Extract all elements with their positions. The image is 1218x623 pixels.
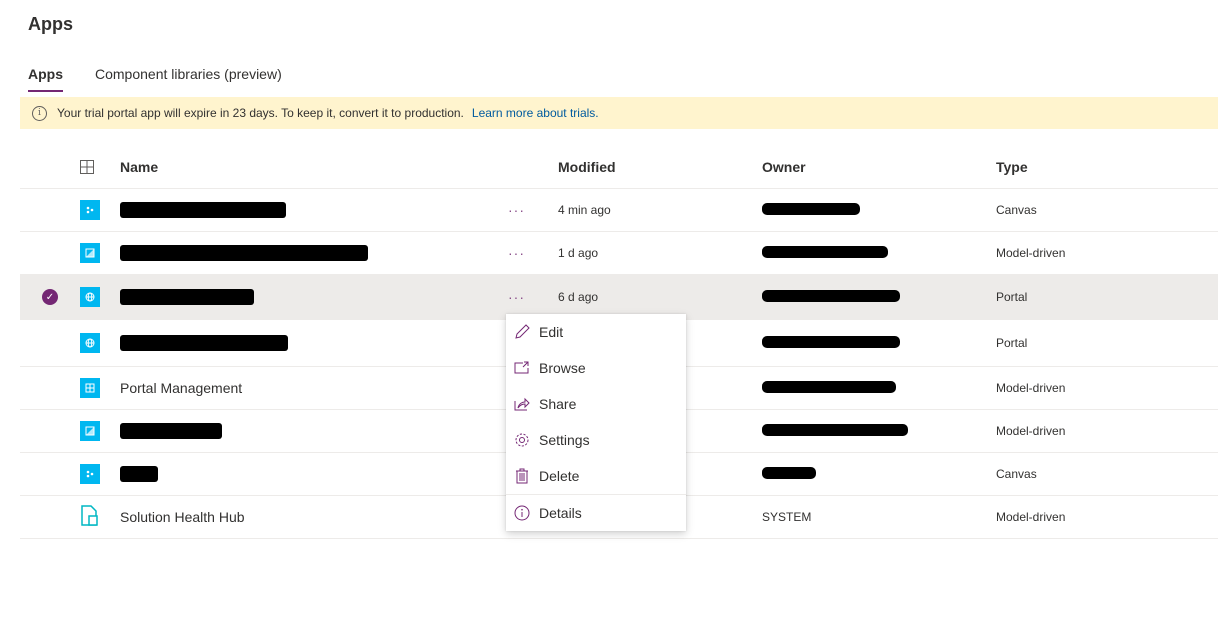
modified-cell: 4 min ago — [558, 203, 611, 217]
more-options-button[interactable]: ··· — [508, 202, 558, 218]
table-header: Name Modified Owner Type — [20, 145, 1218, 189]
type-cell: Model-driven — [996, 510, 1066, 524]
canvas-app-icon — [80, 464, 100, 484]
redacted-owner — [762, 289, 900, 302]
menu-item-share[interactable]: Share — [506, 386, 686, 422]
model-driven-app-icon — [80, 243, 100, 263]
portal-app-icon — [80, 287, 100, 307]
redacted-owner — [762, 202, 860, 215]
type-cell: Canvas — [996, 203, 1037, 217]
table-row[interactable]: ··· 4 min ago Canvas — [20, 189, 1218, 232]
redacted-app-name[interactable] — [120, 202, 286, 218]
redacted-owner — [762, 245, 888, 258]
column-modified[interactable]: Modified — [558, 159, 762, 175]
redacted-app-name[interactable] — [120, 466, 158, 482]
type-cell: Portal — [996, 336, 1028, 350]
menu-item-settings[interactable]: Settings — [506, 422, 686, 458]
trial-banner: i Your trial portal app will expire in 2… — [20, 97, 1218, 129]
column-name[interactable]: Name — [120, 159, 508, 175]
modified-cell: 6 d ago — [558, 290, 599, 304]
page-title: Apps — [28, 14, 73, 34]
portal-app-icon — [80, 333, 100, 353]
type-cell: Model-driven — [996, 246, 1066, 260]
tab-bar: Apps Component libraries (preview) — [28, 66, 314, 92]
app-name[interactable]: Solution Health Hub — [120, 509, 508, 525]
open-in-new-icon — [513, 359, 531, 377]
canvas-app-icon — [80, 200, 100, 220]
column-type[interactable]: Type — [996, 159, 1218, 175]
tab-component-libraries[interactable]: Component libraries (preview) — [95, 66, 282, 92]
pencil-icon — [513, 323, 531, 341]
menu-item-edit[interactable]: Edit — [506, 314, 686, 350]
model-driven-app-icon — [80, 421, 100, 441]
app-name[interactable]: Portal Management — [120, 380, 508, 396]
redacted-owner — [762, 423, 908, 436]
redacted-app-name[interactable] — [120, 245, 368, 261]
solution-health-hub-icon — [80, 504, 100, 530]
redacted-app-name[interactable] — [120, 335, 288, 351]
redacted-owner — [762, 335, 900, 348]
table-row[interactable]: ··· 1 d ago Model-driven — [20, 232, 1218, 275]
selected-check-icon[interactable]: ✓ — [42, 289, 58, 305]
redacted-app-name[interactable] — [120, 423, 222, 439]
trash-icon — [513, 467, 531, 485]
model-driven-app-icon — [80, 378, 100, 398]
redacted-owner — [762, 466, 816, 479]
share-icon — [513, 395, 531, 413]
redacted-owner — [762, 380, 896, 393]
menu-item-browse[interactable]: Browse — [506, 350, 686, 386]
type-cell: Canvas — [996, 467, 1037, 481]
more-options-button[interactable]: ··· — [508, 245, 558, 261]
redacted-app-name[interactable] — [120, 289, 254, 305]
modified-cell: 1 d ago — [558, 246, 599, 260]
context-menu: Edit Browse Share Settings Delete Detail… — [506, 314, 686, 531]
column-owner[interactable]: Owner — [762, 159, 996, 175]
gear-icon — [513, 431, 531, 449]
tab-apps[interactable]: Apps — [28, 66, 63, 92]
type-cell: Model-driven — [996, 424, 1066, 438]
owner-cell: SYSTEM — [762, 510, 812, 524]
type-cell: Model-driven — [996, 381, 1066, 395]
type-cell: Portal — [996, 290, 1028, 304]
info-icon — [513, 504, 531, 522]
learn-more-link[interactable]: Learn more about trials. — [472, 106, 599, 120]
menu-item-delete[interactable]: Delete — [506, 458, 686, 494]
info-icon: i — [32, 105, 47, 121]
menu-item-details[interactable]: Details — [506, 494, 686, 531]
banner-message: Your trial portal app will expire in 23 … — [57, 106, 464, 120]
more-options-button[interactable]: ··· — [508, 289, 558, 305]
column-options-icon[interactable] — [80, 159, 120, 174]
